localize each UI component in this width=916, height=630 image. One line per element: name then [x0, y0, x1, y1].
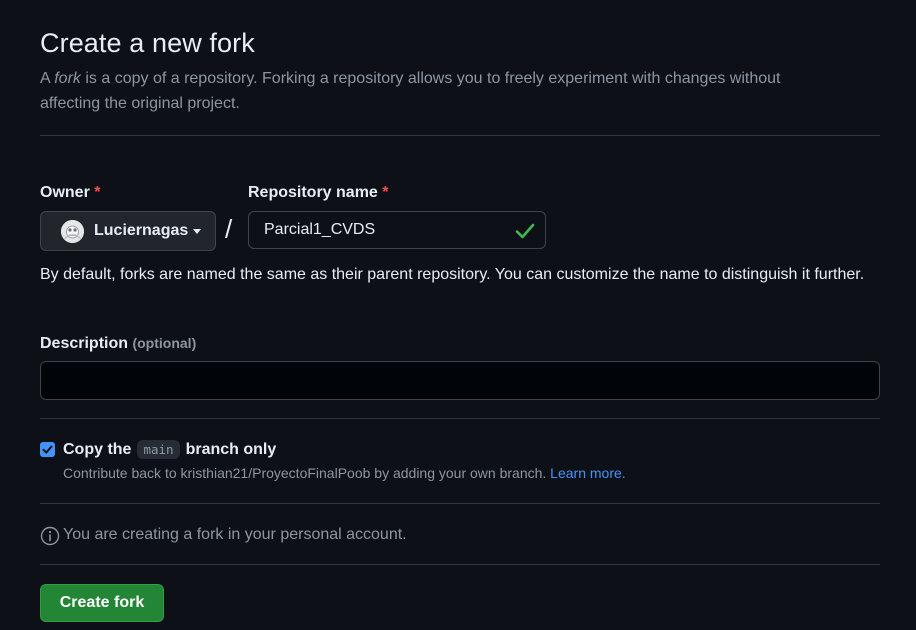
divider-lower	[40, 503, 880, 504]
check-icon	[515, 223, 535, 239]
description-input[interactable]	[40, 361, 880, 400]
description-label: Description (optional)	[40, 335, 196, 353]
owner-name: Luciernagas	[94, 222, 189, 239]
description-label-text: Description	[40, 335, 129, 352]
learn-more-link[interactable]: Learn more.	[550, 465, 625, 481]
page-subtitle: A fork is a copy of a repository. Forkin…	[40, 66, 840, 116]
owner-label-text: Owner	[40, 184, 90, 201]
owner-select-button[interactable]: Luciernagas	[40, 211, 216, 251]
divider-top	[40, 135, 880, 136]
chevron-down-icon	[193, 228, 202, 234]
repo-name-input[interactable]	[248, 211, 546, 249]
repo-name-hint: By default, forks are named the same as …	[40, 266, 865, 283]
create-fork-page: Create a new fork A fork is a copy of a …	[0, 0, 916, 630]
avatar	[61, 219, 84, 243]
checkmark-icon	[42, 445, 53, 454]
subtitle-line1: is a copy of a repository. Forking a rep…	[80, 70, 781, 87]
subtitle-prefix: A	[40, 70, 55, 87]
copy-branch-label-prefix: Copy the	[63, 440, 132, 458]
owner-label: Owner *	[40, 184, 100, 202]
copy-branch-note-text: Contribute back to kristhian21/ProyectoF…	[63, 465, 547, 481]
page-title: Create a new fork	[40, 28, 255, 58]
subtitle-emphasis: fork	[54, 70, 81, 87]
copy-branch-label[interactable]: Copy the main branch only	[63, 440, 276, 459]
copy-main-branch-checkbox[interactable]	[40, 442, 55, 457]
account-notice-text: You are creating a fork in your personal…	[63, 526, 407, 543]
branch-name-code: main	[137, 440, 180, 459]
subtitle-line2: affecting the original project.	[40, 95, 240, 112]
divider-bottom	[40, 564, 880, 565]
repo-name-label: Repository name *	[248, 184, 389, 202]
repo-name-label-text: Repository name	[248, 184, 378, 201]
copy-branch-label-suffix: branch only	[185, 440, 277, 458]
copy-branch-note: Contribute back to kristhian21/ProyectoF…	[63, 465, 626, 481]
owner-repo-separator: /	[225, 214, 233, 244]
owner-required-mark: *	[94, 184, 101, 201]
repo-required-mark: *	[382, 184, 389, 201]
create-fork-button[interactable]: Create fork	[40, 584, 164, 622]
info-icon	[40, 526, 60, 546]
divider-middle	[40, 418, 880, 419]
description-optional-text: (optional)	[132, 335, 197, 351]
